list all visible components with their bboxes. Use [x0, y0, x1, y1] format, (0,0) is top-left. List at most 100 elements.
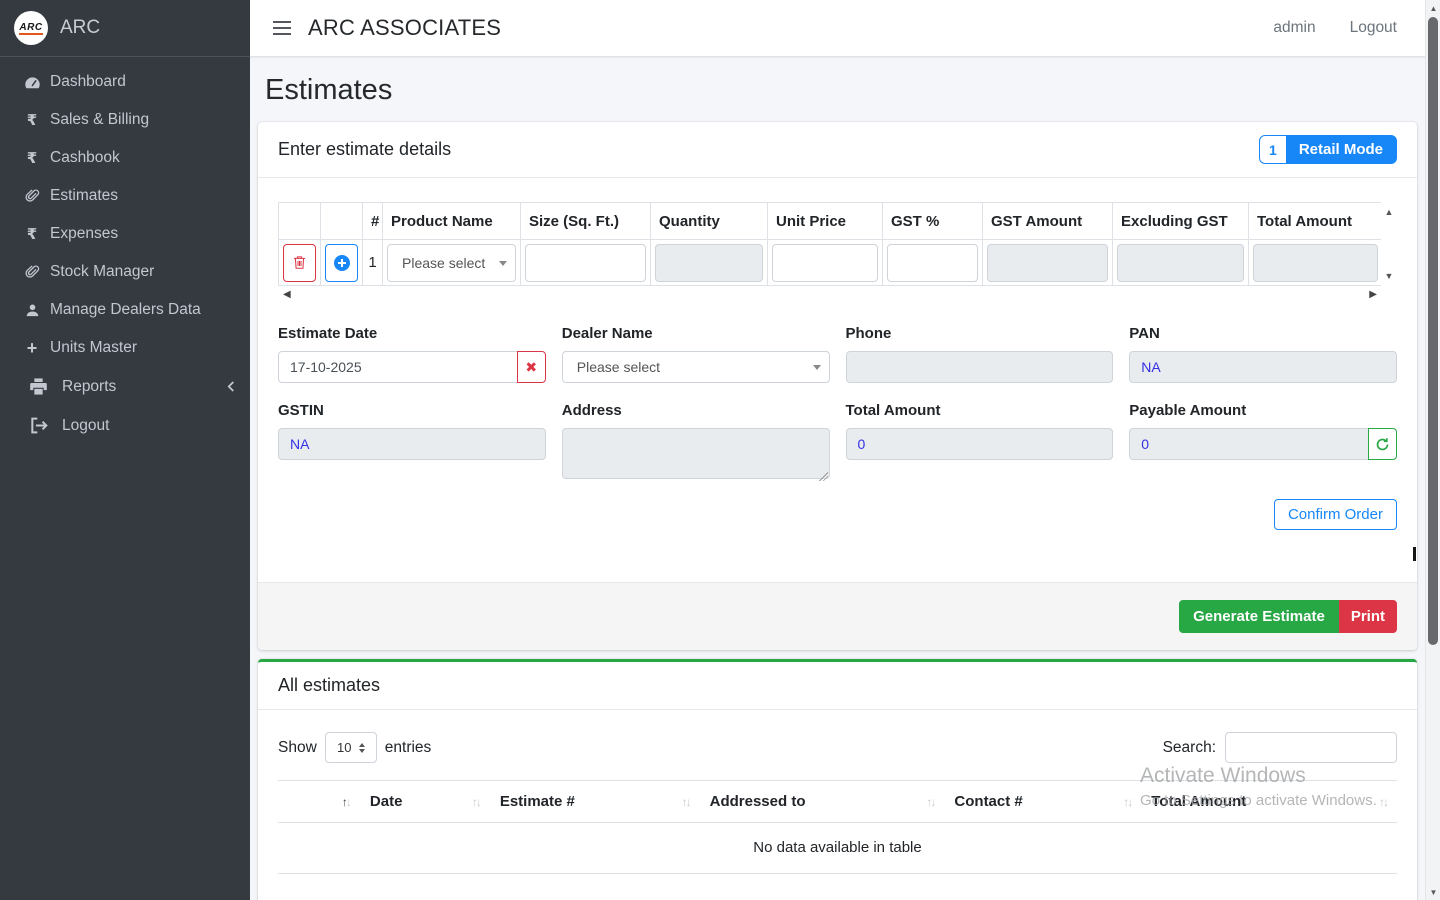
pan-field: PAN [1129, 325, 1397, 383]
total-amount-label: Total Amount [846, 402, 1114, 419]
items-vertical-scrollbar[interactable]: ▲ ▼ [1381, 202, 1397, 286]
row-total-amount-input [1253, 244, 1378, 282]
topbar-logout-link[interactable]: Logout [1350, 19, 1397, 37]
sidebar-item-reports[interactable]: Reports [0, 367, 250, 406]
scrollbar-thumb[interactable] [1428, 17, 1438, 645]
sidebar-item-label: Cashbook [50, 149, 120, 167]
scrollbar-down-arrow-icon[interactable]: ▼ [1426, 884, 1440, 900]
sidebar-item-dashboard[interactable]: Dashboard [0, 63, 250, 101]
col-row-index[interactable]: ↑↓ [278, 781, 360, 823]
all-estimates-card: All estimates Show 10 entries Search: [258, 659, 1417, 900]
sidebar-item-logout[interactable]: Logout [0, 406, 250, 445]
sidebar-item-sales-billing[interactable]: ₹ Sales & Billing [0, 101, 250, 139]
pan-label: PAN [1129, 325, 1397, 342]
entries-label: entries [385, 739, 432, 757]
dashboard-icon [22, 74, 42, 91]
sidebar-item-manage-dealers[interactable]: Manage Dealers Data [0, 291, 250, 329]
estimate-date-input[interactable] [278, 351, 518, 383]
page-length-select[interactable]: 10 [325, 732, 377, 763]
item-row: 1 Please select [279, 240, 1382, 286]
col-excluding-gst: Excluding GST [1113, 203, 1249, 240]
gst-percent-input[interactable] [887, 244, 978, 282]
topbar-user-link[interactable]: admin [1273, 19, 1315, 37]
product-select[interactable]: Please select [387, 244, 516, 282]
paperclip-icon [22, 265, 42, 280]
address-field: Address [562, 402, 830, 484]
scroll-down-icon[interactable]: ▼ [1385, 271, 1394, 281]
resize-grip-icon[interactable] [819, 472, 828, 481]
col-gst-percent: GST % [883, 203, 983, 240]
browser-vertical-scrollbar[interactable]: ▲ ▼ [1425, 0, 1440, 900]
estimate-details-card: Enter estimate details 1 Retail Mode [258, 122, 1417, 650]
select-updown-icon [359, 743, 365, 753]
payable-amount-input [1129, 428, 1369, 460]
sidebar-item-label: Reports [62, 378, 116, 396]
dealer-select-value: Please select [577, 359, 660, 375]
scroll-right-icon[interactable]: ▶ [1369, 289, 1377, 300]
topbar: ARC ASSOCIATES admin Logout [250, 0, 1425, 57]
sidebar-item-units-master[interactable]: + Units Master [0, 329, 250, 367]
paperclip-icon [22, 189, 42, 204]
payable-amount-field: Payable Amount [1129, 402, 1397, 484]
row-index: 1 [363, 240, 383, 286]
estimate-card-footer: Generate Estimate Print [258, 582, 1417, 650]
col-contact-number[interactable]: Contact #↑↓ [944, 781, 1141, 823]
phone-label: Phone [846, 325, 1114, 342]
unit-price-input[interactable] [772, 244, 878, 282]
scroll-left-icon[interactable]: ◀ [283, 289, 291, 300]
gstin-field: GSTIN [278, 402, 546, 484]
search-input[interactable] [1225, 732, 1397, 763]
sidebar-item-cashbook[interactable]: ₹ Cashbook [0, 139, 250, 177]
confirm-order-button[interactable]: Confirm Order [1274, 499, 1397, 530]
chevron-down-icon [813, 365, 821, 370]
col-date[interactable]: Date↑↓ [360, 781, 490, 823]
sidebar-item-stock-manager[interactable]: Stock Manager [0, 253, 250, 291]
print-button[interactable]: Print [1339, 600, 1397, 633]
sidebar-item-expenses[interactable]: ₹ Expenses [0, 215, 250, 253]
col-estimates-total-amount[interactable]: Total Amount↑↓ [1141, 781, 1397, 823]
datatable-controls: Show 10 entries Search: [278, 732, 1397, 763]
col-index: # [363, 203, 383, 240]
empty-row: No data available in table [278, 823, 1397, 874]
col-total-amount: Total Amount [1249, 203, 1382, 240]
app-title: ARC ASSOCIATES [308, 15, 501, 41]
items-table-scroll: # Product Name Size (Sq. Ft.) Quantity U… [278, 202, 1381, 302]
product-select-value: Please select [402, 255, 485, 271]
retail-mode-button[interactable]: 1 Retail Mode [1259, 135, 1397, 164]
col-estimate-number[interactable]: Estimate #↑↓ [490, 781, 700, 823]
estimate-date-field: Estimate Date ✖ [278, 325, 546, 383]
dealer-name-field: Dealer Name Please select [562, 325, 830, 383]
address-textarea[interactable] [562, 428, 830, 479]
phone-field: Phone [846, 325, 1114, 383]
sort-icon: ↑↓ [682, 795, 690, 809]
estimate-form: Estimate Date ✖ Dealer Name Please selec… [278, 325, 1397, 484]
dealer-select[interactable]: Please select [562, 351, 830, 383]
items-horizontal-scrollbar[interactable]: ◀ ▶ [278, 287, 1381, 302]
sidebar-item-estimates[interactable]: Estimates [0, 177, 250, 215]
sidebar: ARC ARC Dashboard ₹ Sales & Billing ₹ Ca… [0, 0, 250, 900]
show-label: Show [278, 739, 317, 757]
main-content: Estimates Enter estimate details 1 Retai… [250, 57, 1425, 900]
delete-row-button[interactable] [283, 244, 316, 282]
sidebar-item-label: Units Master [50, 339, 137, 357]
scroll-up-icon[interactable]: ▲ [1385, 207, 1394, 217]
sidebar-item-label: Sales & Billing [50, 111, 149, 129]
estimate-date-label: Estimate Date [278, 325, 546, 342]
all-estimates-header-row: ↑↓ Date↑↓ Estimate #↑↓ Addressed to↑↓ Co… [278, 781, 1397, 823]
circle-plus-icon [333, 254, 351, 272]
retail-mode-label: Retail Mode [1286, 136, 1396, 163]
refresh-payable-button[interactable] [1368, 428, 1397, 460]
brand[interactable]: ARC ARC [0, 0, 250, 57]
scrollbar-up-arrow-icon[interactable]: ▲ [1426, 0, 1440, 16]
hamburger-menu-icon[interactable] [273, 21, 291, 35]
sort-icon: ↑↓ [1123, 795, 1131, 809]
total-amount-input [846, 428, 1114, 460]
clear-date-button[interactable]: ✖ [517, 351, 546, 383]
col-addressed-to[interactable]: Addressed to↑↓ [700, 781, 945, 823]
sidebar-item-label: Dashboard [50, 73, 126, 91]
col-quantity: Quantity [651, 203, 768, 240]
items-table-zone: # Product Name Size (Sq. Ft.) Quantity U… [278, 202, 1397, 302]
size-input[interactable] [525, 244, 646, 282]
add-row-button[interactable] [325, 244, 358, 282]
generate-estimate-button[interactable]: Generate Estimate [1179, 600, 1339, 633]
